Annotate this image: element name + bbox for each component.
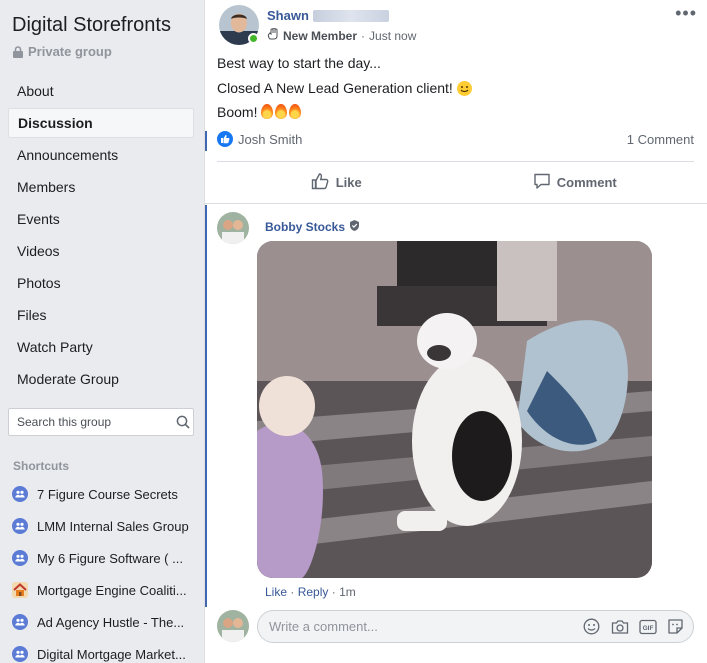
shortcut-item[interactable]: Digital Mortgage Market... (12, 638, 194, 663)
search-icon[interactable] (172, 415, 193, 429)
group-title[interactable]: Digital Storefronts (12, 14, 171, 37)
shortcut-label: LMM Internal Sales Group (37, 518, 189, 534)
fire-emoji-icon (289, 104, 302, 119)
comment-time[interactable]: 1m (339, 585, 356, 599)
post-line-1: Best way to start the day... (217, 55, 381, 71)
gif-icon[interactable]: GIF (638, 617, 657, 636)
comment-like-link[interactable]: Like (265, 585, 287, 599)
post-author[interactable]: Shawn (267, 8, 389, 23)
lock-icon (13, 45, 23, 58)
separator: · (290, 585, 295, 599)
group-privacy-label: Private group (28, 44, 112, 59)
nav-item-moderate-group[interactable]: Moderate Group (8, 364, 194, 394)
comment-button[interactable]: Comment (456, 167, 695, 197)
smiley-emoji-icon (456, 81, 472, 96)
more-options-icon[interactable]: ••• (675, 3, 697, 24)
like-reaction-icon (217, 131, 233, 147)
shortcut-item[interactable]: My 6 Figure Software ( ... (12, 542, 194, 574)
group-icon (12, 614, 28, 630)
thumbs-up-icon (311, 172, 330, 193)
nav-item-about[interactable]: About (8, 76, 194, 106)
post-line-3-wrap: Boom! (217, 104, 303, 120)
my-avatar (217, 610, 249, 642)
post-card: Shawn New Member · Just now ••• Best way… (204, 0, 707, 663)
post-actions: Like Comment (217, 167, 694, 197)
wave-icon (267, 27, 279, 43)
group-nav: About Discussion Announcements Members E… (8, 76, 194, 396)
group-icon (12, 646, 28, 662)
comment-author[interactable]: Bobby Stocks (265, 220, 360, 234)
new-member-badge: New Member (283, 28, 358, 43)
post-line-2: Closed A New Lead Generation client! (217, 80, 453, 96)
post-line-3: Boom! (217, 104, 258, 120)
shortcut-item[interactable]: LMM Internal Sales Group (12, 510, 194, 542)
reactor-name: Josh Smith (238, 131, 303, 147)
group-search (8, 408, 194, 436)
nav-item-announcements[interactable]: Announcements (8, 140, 194, 170)
post-time[interactable]: Just now (369, 29, 416, 43)
fire-emoji-icon (261, 104, 274, 119)
comment-input[interactable] (269, 619, 582, 634)
svg-text:GIF: GIF (642, 625, 653, 632)
emoji-icon[interactable] (582, 617, 601, 636)
comment-icon (533, 172, 551, 193)
redacted-name (312, 9, 389, 22)
comment-gif[interactable] (257, 241, 652, 578)
shortcut-item[interactable]: Mortgage Engine Coaliti... (12, 574, 194, 606)
group-icon (12, 518, 28, 534)
shortcut-label: Mortgage Engine Coaliti... (37, 582, 187, 598)
shortcuts-header: Shortcuts (13, 459, 70, 473)
group-sidebar: Digital Storefronts Private group About … (0, 0, 204, 663)
reactions-bar: Josh Smith 1 Comment (217, 131, 694, 147)
nav-item-members[interactable]: Members (8, 172, 194, 202)
reaction-summary[interactable]: Josh Smith (217, 131, 302, 147)
comment-actions: Like · Reply · 1m (265, 585, 356, 599)
sticker-icon[interactable] (666, 617, 685, 636)
comment-reply-link[interactable]: Reply (298, 585, 329, 599)
nav-item-discussion[interactable]: Discussion (8, 108, 194, 138)
shortcut-item[interactable]: Ad Agency Hustle - The... (12, 606, 194, 638)
house-icon (12, 582, 28, 598)
divider (205, 203, 707, 204)
fire-emoji-icon (275, 104, 288, 119)
nav-item-files[interactable]: Files (8, 300, 194, 330)
post-meta: New Member · Just now (267, 27, 416, 43)
comment-thread-indicator (205, 205, 207, 607)
separator: · (331, 585, 336, 599)
camera-icon[interactable] (610, 617, 629, 636)
search-input[interactable] (17, 415, 172, 429)
online-indicator (248, 33, 259, 44)
group-icon (12, 550, 28, 566)
nav-item-watch-party[interactable]: Watch Party (8, 332, 194, 362)
verified-badge-icon (349, 220, 360, 234)
like-label: Like (335, 174, 362, 190)
group-privacy: Private group (13, 44, 112, 59)
like-button[interactable]: Like (217, 167, 456, 197)
nav-item-videos[interactable]: Videos (8, 236, 194, 266)
divider (217, 161, 694, 162)
commenter-avatar[interactable] (217, 212, 249, 244)
comment-label: Comment (556, 174, 617, 190)
composer-tools: GIF (582, 617, 685, 636)
comment-composer: GIF (257, 610, 694, 643)
shortcut-label: 7 Figure Course Secrets (37, 486, 178, 502)
nav-item-events[interactable]: Events (8, 204, 194, 234)
post-line-2-wrap: Closed A New Lead Generation client! (217, 80, 472, 96)
post-author-first[interactable]: Shawn (267, 8, 309, 23)
shortcut-label: Digital Mortgage Market... (37, 646, 186, 662)
meta-separator: · (361, 28, 366, 43)
shortcut-label: My 6 Figure Software ( ... (37, 550, 183, 566)
nav-item-photos[interactable]: Photos (8, 268, 194, 298)
shortcuts-list: 7 Figure Course Secrets LMM Internal Sal… (12, 478, 194, 663)
comment-author-name[interactable]: Bobby Stocks (265, 220, 345, 234)
focus-indicator (205, 131, 207, 151)
comments-count[interactable]: 1 Comment (627, 132, 694, 147)
group-icon (12, 486, 28, 502)
shortcut-label: Ad Agency Hustle - The... (37, 614, 185, 630)
shortcut-item[interactable]: 7 Figure Course Secrets (12, 478, 194, 510)
